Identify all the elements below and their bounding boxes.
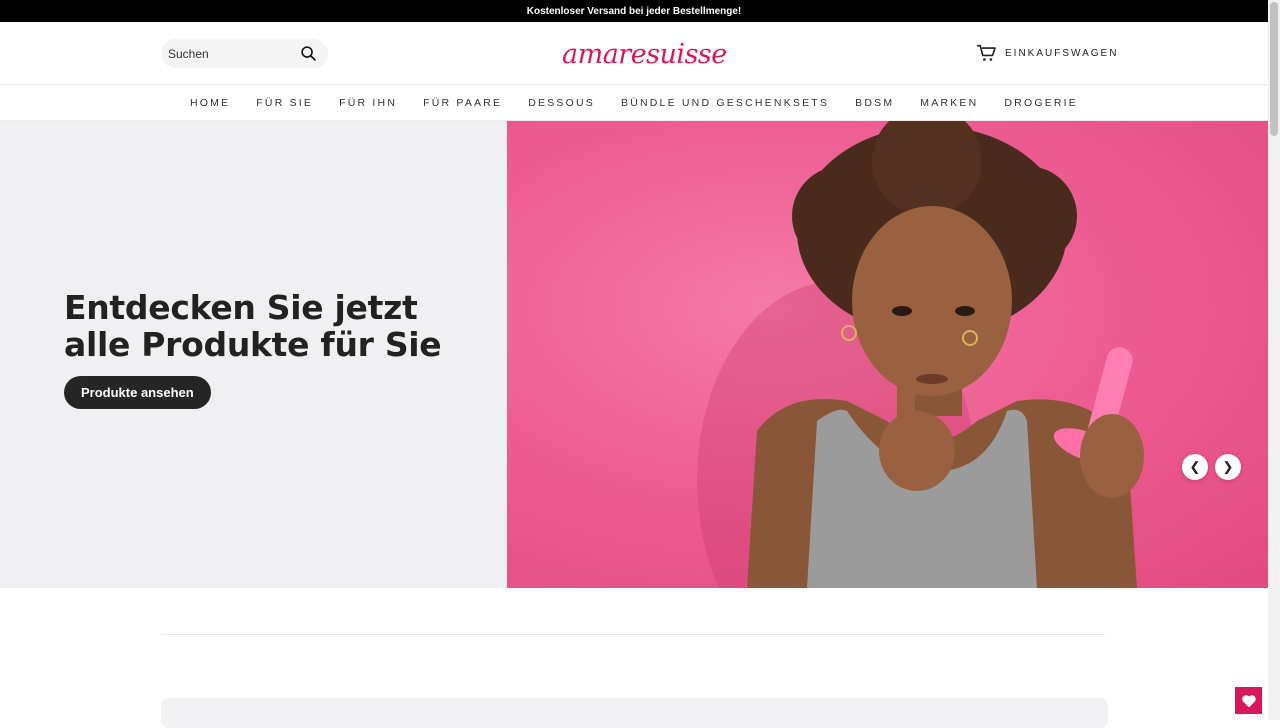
hero-text-panel: Entdecken Sie jetzt alle Produkte für Si… xyxy=(0,121,507,588)
search-box[interactable] xyxy=(161,39,328,68)
announcement-text: Kostenloser Versand bei jeder Bestellmen… xyxy=(526,5,742,17)
hero-title-line1: Entdecken Sie jetzt xyxy=(64,288,418,327)
nav-item-marken[interactable]: MARKEN xyxy=(920,97,978,109)
hero-title: Entdecken Sie jetzt alle Produkte für Si… xyxy=(64,289,484,363)
hero-slider: Entdecken Sie jetzt alle Produkte für Si… xyxy=(0,121,1268,588)
cart-icon xyxy=(977,44,996,61)
view-products-button[interactable]: Produkte ansehen xyxy=(64,376,211,409)
nav-item-fuer-sie[interactable]: FÜR SIE xyxy=(256,97,313,109)
hero-photo-illustration xyxy=(697,121,1144,588)
logo-wordmark: amaresuisse xyxy=(562,38,727,70)
main-navigation: HOME FÜR SIE FÜR IHN FÜR PAARE DESSOUS B… xyxy=(0,86,1268,121)
announcement-bar: Kostenloser Versand bei jeder Bestellmen… xyxy=(0,0,1268,22)
nav-item-drogerie[interactable]: DROGERIE xyxy=(1004,97,1078,109)
heart-icon xyxy=(1241,694,1256,707)
scrollbar-thumb[interactable] xyxy=(1270,2,1278,136)
chevron-left-icon: ❮ xyxy=(1189,459,1201,474)
cart-link[interactable]: EINKAUFSWAGEN xyxy=(976,44,1118,62)
nav-item-dessous[interactable]: DESSOUS xyxy=(528,97,595,109)
nav-item-home[interactable]: HOME xyxy=(190,97,230,109)
slider-next-button[interactable]: ❯ xyxy=(1215,454,1241,480)
slider-prev-button[interactable]: ❮ xyxy=(1182,454,1208,480)
hero-image xyxy=(507,121,1268,588)
nav-item-fuer-ihn[interactable]: FÜR IHN xyxy=(339,97,397,109)
search-icon[interactable] xyxy=(300,45,317,62)
content-card-top xyxy=(161,698,1108,728)
search-input[interactable] xyxy=(168,46,292,61)
chevron-right-icon: ❯ xyxy=(1222,459,1234,474)
site-logo[interactable]: amaresuisse xyxy=(554,32,727,76)
nav-item-bdsm[interactable]: BDSM xyxy=(855,97,894,109)
wishlist-button[interactable] xyxy=(1235,687,1262,714)
cart-label: EINKAUFSWAGEN xyxy=(1005,47,1119,59)
site-header: amaresuisse EINKAUFSWAGEN xyxy=(0,22,1268,85)
nav-item-fuer-paare[interactable]: FÜR PAARE xyxy=(423,97,502,109)
nav-item-buendle[interactable]: BÜNDLE UND GESCHENKSETS xyxy=(621,97,829,109)
hero-title-line2: alle Produkte für Sie xyxy=(64,325,442,364)
section-divider xyxy=(161,634,1105,635)
